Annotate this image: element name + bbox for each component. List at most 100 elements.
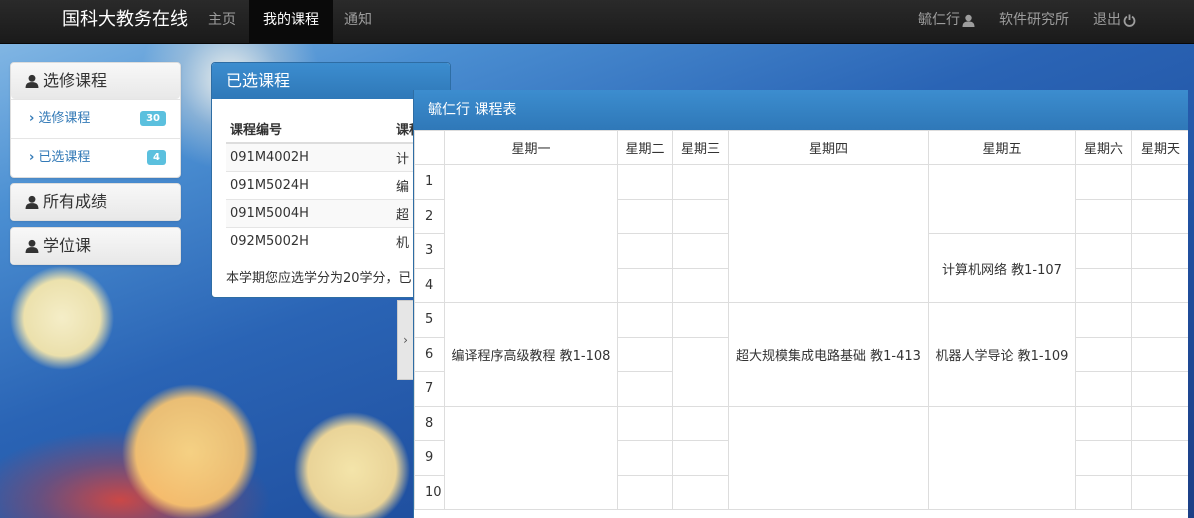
timetable-grid: 星期一 星期二 星期三 星期四 星期五 星期六 星期天 1 2 3 计算机网络 …: [414, 130, 1188, 510]
period-row: 1: [414, 164, 1188, 303]
user-icon: [962, 14, 975, 27]
empty-slot: [1131, 198, 1188, 234]
sidebar-degree-group: 学位课: [10, 227, 181, 265]
chevron-right-icon: ›: [403, 333, 408, 347]
empty-slot: [728, 405, 929, 510]
sidebar-item-label: 选修课程: [38, 111, 91, 126]
sidebar-item-selected-courses[interactable]: › 已选课程 4: [11, 138, 180, 177]
period-number: 5: [414, 302, 445, 338]
empty-slot: [1131, 233, 1188, 269]
credit-summary: 本学期您应选学分为20学分，已: [226, 271, 412, 286]
empty-slot: [1131, 474, 1188, 510]
user-icon: [25, 239, 39, 253]
course-code: 091M4002H: [226, 142, 392, 171]
timetable-panel: 毓仁行 课程表 星期一 星期二 星期三 星期四 星期五 星期六 星期天 1 2 …: [413, 90, 1188, 518]
nav-my-courses[interactable]: 我的课程: [249, 0, 333, 44]
sidebar-elective-title: 选修课程: [43, 71, 108, 90]
sidebar-degree-title: 学位课: [43, 236, 92, 255]
logout-label: 退出: [1093, 12, 1121, 28]
empty-slot: [1131, 267, 1188, 303]
empty-slot: [444, 164, 618, 303]
empty-slot: [1075, 440, 1132, 476]
period-row: 8: [414, 405, 1188, 510]
course-cell[interactable]: 超大规模集成电路基础 教1-413: [728, 302, 929, 407]
sidebar-elective-group: 选修课程 › 选修课程 30 › 已选课程 4: [10, 62, 181, 178]
empty-slot: [444, 405, 618, 510]
col-course-code: 课程编号: [226, 115, 392, 144]
course-cell[interactable]: 机器人学导论 教1-109: [928, 302, 1076, 407]
period-row: 5 编译程序高级教程 教1-108 超大规模集成电路基础 教1-413 机器人学…: [414, 302, 1188, 407]
sidebar-grades-header[interactable]: 所有成绩: [11, 184, 180, 220]
nav-user[interactable]: 毓仁行: [904, 0, 989, 44]
timetable-toggle-button[interactable]: ›: [397, 300, 413, 380]
empty-slot: [672, 198, 729, 234]
empty-slot: [1131, 405, 1188, 441]
empty-slot: [672, 405, 729, 441]
day-header: 星期二: [617, 130, 673, 165]
period-number: 7: [414, 371, 445, 407]
course-code: 092M5002H: [226, 226, 392, 255]
sidebar-grades-title: 所有成绩: [43, 192, 108, 211]
count-badge: 4: [147, 150, 166, 165]
period-number: 3: [414, 233, 445, 269]
day-header: 星期六: [1075, 130, 1132, 165]
timetable-header-row: 星期一 星期二 星期三 星期四 星期五 星期六 星期天: [414, 130, 1188, 165]
sidebar-grades-group: 所有成绩: [10, 183, 181, 221]
empty-slot: [617, 440, 673, 476]
empty-slot: [928, 405, 1076, 510]
nav-home[interactable]: 主页: [194, 0, 250, 44]
empty-slot: [1131, 371, 1188, 407]
course-code: 091M5024H: [226, 170, 392, 199]
day-header: 星期三: [672, 130, 729, 165]
day-header: 星期一: [444, 130, 618, 165]
nav-user-name: 毓仁行: [918, 12, 960, 28]
nav-notices[interactable]: 通知: [330, 0, 386, 44]
nav-logout[interactable]: 退出: [1079, 0, 1150, 44]
period-number: 9: [414, 440, 445, 476]
sidebar-item-elective-courses[interactable]: › 选修课程 30: [11, 99, 180, 138]
chevron-right-icon: ›: [29, 111, 35, 126]
sidebar-degree-header[interactable]: 学位课: [11, 228, 180, 264]
empty-slot: [1075, 336, 1132, 372]
period-number: 6: [414, 336, 445, 372]
period-number: 8: [414, 405, 445, 441]
period-number: 2: [414, 198, 445, 234]
sidebar-elective-header[interactable]: 选修课程: [11, 63, 180, 99]
day-header: 星期天: [1131, 130, 1188, 165]
empty-slot: [1075, 302, 1132, 338]
empty-slot: [928, 164, 1076, 234]
empty-slot: [672, 474, 729, 510]
course-cell[interactable]: 计算机网络 教1-107: [928, 233, 1076, 303]
timetable-title: 毓仁行 课程表: [414, 90, 1188, 130]
chevron-right-icon: ›: [29, 150, 35, 165]
empty-slot: [1131, 336, 1188, 372]
user-icon: [25, 74, 39, 88]
empty-slot: [1075, 371, 1132, 407]
period-number: 1: [414, 164, 445, 200]
count-badge: 30: [140, 111, 166, 126]
day-header: 星期五: [928, 130, 1076, 165]
empty-slot: [1075, 267, 1132, 303]
period-number: 4: [414, 267, 445, 303]
corner-cell: [414, 130, 445, 165]
empty-slot: [617, 233, 673, 269]
empty-slot: [672, 164, 729, 200]
empty-slot: [672, 336, 729, 407]
empty-slot: [1075, 233, 1132, 269]
empty-slot: [1075, 405, 1132, 441]
empty-slot: [1131, 440, 1188, 476]
empty-slot: [617, 267, 673, 303]
course-cell[interactable]: 编译程序高级教程 教1-108: [444, 302, 618, 407]
empty-slot: [1075, 474, 1132, 510]
day-header: 星期四: [728, 130, 929, 165]
empty-slot: [1075, 198, 1132, 234]
period-number: 10: [414, 474, 445, 510]
empty-slot: [617, 198, 673, 234]
empty-slot: [617, 164, 673, 200]
nav-institute[interactable]: 软件研究所: [985, 0, 1083, 44]
brand-title[interactable]: 国科大教务在线: [62, 0, 188, 44]
course-code: 091M5004H: [226, 198, 392, 227]
empty-slot: [728, 164, 929, 303]
empty-slot: [672, 233, 729, 269]
user-icon: [25, 195, 39, 209]
